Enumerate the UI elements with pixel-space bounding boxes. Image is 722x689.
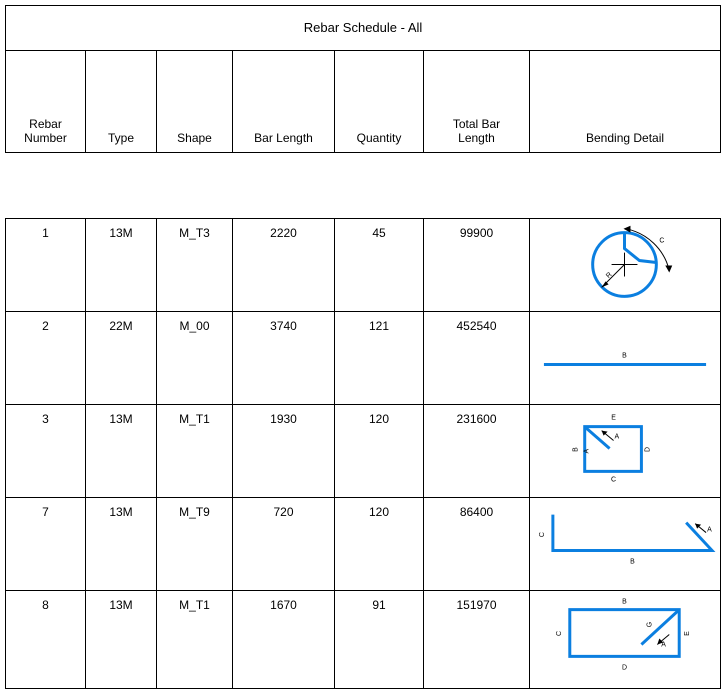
cell-type: 13M xyxy=(85,590,157,689)
cell-type: 13M xyxy=(85,404,157,498)
column-header-total-bar-length: Total Bar Length xyxy=(423,50,530,153)
cell-total-bar-length: 151970 xyxy=(423,590,530,689)
cell-shape: M_T3 xyxy=(156,218,233,312)
column-header-row: Rebar Number Type Shape Bar Length Quant… xyxy=(5,50,722,153)
dim-label-C: C xyxy=(556,631,563,636)
dim-label-A: A xyxy=(707,527,712,534)
column-header-bar-length: Bar Length xyxy=(232,50,335,153)
bending-detail-diagram-closed-rect-stirrup-hook-topright: B C D E G A xyxy=(530,591,720,688)
table-row[interactable]: 7 13M M_T9 720 120 86400 C B A xyxy=(5,497,721,591)
cell-type: 13M xyxy=(85,497,157,591)
bending-detail-diagram-open-bar-leg-and-diagonal: C B A xyxy=(530,498,720,590)
dim-label-R: R xyxy=(605,271,614,280)
cell-bar-length: 1930 xyxy=(232,404,335,498)
cell-shape: M_T1 xyxy=(156,590,233,689)
schedule-body-table: 1 13M M_T3 2220 45 99900 R C 2 22M M_00 … xyxy=(5,218,721,689)
dim-label-B: B xyxy=(622,353,627,360)
cell-total-bar-length: 231600 xyxy=(423,404,530,498)
cell-rebar-number: 8 xyxy=(5,590,86,689)
cell-bar-length: 2220 xyxy=(232,218,335,312)
cell-shape: M_T9 xyxy=(156,497,233,591)
bending-detail-diagram-closed-rect-stirrup-hook-topleft: A A B C D E xyxy=(530,405,720,497)
cell-bending-detail: A A B C D E xyxy=(529,404,721,498)
dim-label-A: A xyxy=(615,434,620,441)
cell-bending-detail: B C D E G A xyxy=(529,590,721,689)
dim-label-E: E xyxy=(684,631,691,636)
cell-quantity: 91 xyxy=(334,590,424,689)
dim-label-D: D xyxy=(644,447,651,452)
dim-label-E: E xyxy=(611,415,616,422)
cell-shape: M_T1 xyxy=(156,404,233,498)
cell-total-bar-length: 452540 xyxy=(423,311,530,405)
page-title: Rebar Schedule - All xyxy=(4,5,722,51)
cell-bending-detail: C B A xyxy=(529,497,721,591)
cell-bar-length: 720 xyxy=(232,497,335,591)
column-header-total-bar-length-line1: Total Bar xyxy=(452,117,501,131)
cell-rebar-number: 3 xyxy=(5,404,86,498)
cell-quantity: 121 xyxy=(334,311,424,405)
cell-type: 22M xyxy=(85,311,157,405)
cell-quantity: 120 xyxy=(334,404,424,498)
cell-rebar-number: 2 xyxy=(5,311,86,405)
cell-quantity: 45 xyxy=(334,218,424,312)
cell-bar-length: 1670 xyxy=(232,590,335,689)
cell-bending-detail: R C xyxy=(529,218,721,312)
column-header-rebar-number: Rebar Number xyxy=(5,50,86,153)
cell-rebar-number: 7 xyxy=(5,497,86,591)
table-row[interactable]: 1 13M M_T3 2220 45 99900 R C xyxy=(5,218,721,312)
dim-label-C: C xyxy=(659,238,664,245)
cell-quantity: 120 xyxy=(334,497,424,591)
column-header-total-bar-length-line2: Length xyxy=(458,131,495,145)
rebar-schedule-sheet: Rebar Schedule - All Rebar Number Type S… xyxy=(0,0,722,689)
cell-total-bar-length: 99900 xyxy=(423,218,530,312)
cell-shape: M_00 xyxy=(156,311,233,405)
cell-bar-length: 3740 xyxy=(232,311,335,405)
column-header-rebar-number-line1: Rebar xyxy=(29,117,62,131)
schedule-header-table: Rebar Schedule - All Rebar Number Type S… xyxy=(4,5,722,153)
column-header-type: Type xyxy=(85,50,157,153)
dim-label-G: G xyxy=(646,622,653,627)
dim-label-D: D xyxy=(622,664,627,671)
column-header-bending-detail: Bending Detail xyxy=(528,50,722,153)
dim-label-B: B xyxy=(630,558,635,565)
dim-label-B: B xyxy=(622,599,627,606)
bending-detail-diagram-circle-stirrup: R C xyxy=(530,219,720,311)
cell-rebar-number: 1 xyxy=(5,218,86,312)
dim-label-A: A xyxy=(661,641,666,648)
column-header-quantity: Quantity xyxy=(334,50,424,153)
cell-bending-detail: B xyxy=(529,311,721,405)
dim-label-C: C xyxy=(611,476,616,483)
dim-label-B: B xyxy=(573,447,580,452)
schedule-title-row: Rebar Schedule - All xyxy=(4,5,722,51)
bending-detail-diagram-straight-bar: B xyxy=(530,312,720,404)
dim-label-C: C xyxy=(539,532,546,537)
dim-label-corner: A xyxy=(584,448,591,453)
cell-total-bar-length: 86400 xyxy=(423,497,530,591)
column-header-shape: Shape xyxy=(156,50,233,153)
table-row[interactable]: 8 13M M_T1 1670 91 151970 B C D E G A xyxy=(5,590,721,689)
cell-type: 13M xyxy=(85,218,157,312)
table-row[interactable]: 2 22M M_00 3740 121 452540 B xyxy=(5,311,721,405)
column-header-rebar-number-line2: Number xyxy=(24,131,67,145)
table-row[interactable]: 3 13M M_T1 1930 120 231600 A A B C D E xyxy=(5,404,721,498)
